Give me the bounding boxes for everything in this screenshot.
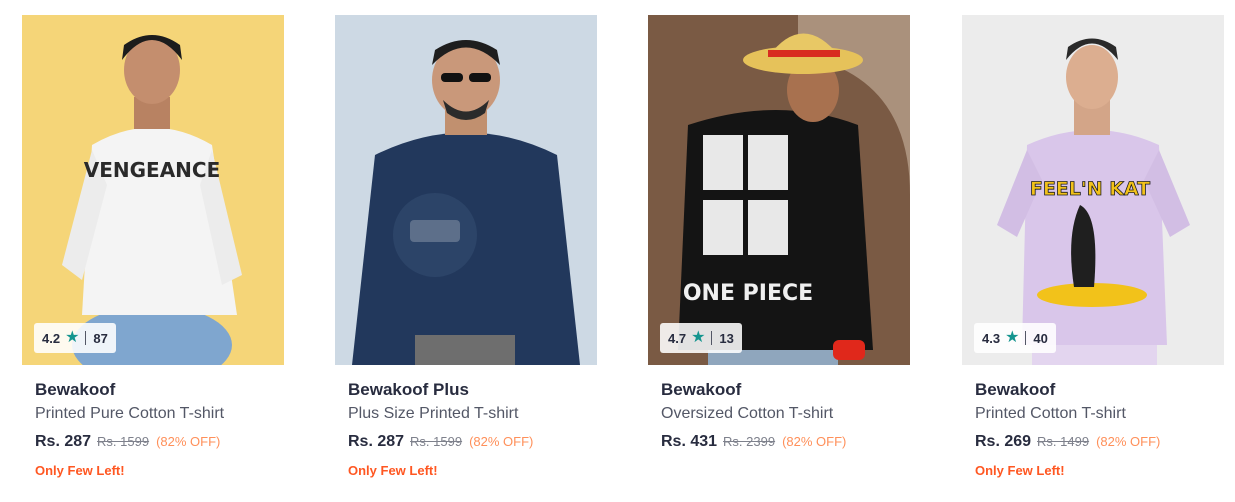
product-discount: (82% OFF) xyxy=(1096,434,1161,449)
product-photo: FEEL'N KAT xyxy=(962,15,1224,365)
shirt-print-text: FEEL'N KAT xyxy=(1030,178,1150,200)
shirt-print-text: VENGEANCE xyxy=(84,158,221,182)
rating-badge: 4.7 ★ 13 xyxy=(660,323,742,353)
product-card[interactable]: Bewakoof Plus Plus Size Printed T-shirt … xyxy=(335,15,597,495)
star-icon: ★ xyxy=(691,329,706,346)
rating-count: 40 xyxy=(1033,330,1048,346)
stock-note: Only Few Left! xyxy=(348,463,438,478)
stock-note: Only Few Left! xyxy=(35,463,125,478)
product-title[interactable]: Plus Size Printed T-shirt xyxy=(348,403,597,425)
rating-badge: 4.3 ★ 40 xyxy=(974,323,1056,353)
product-discount: (82% OFF) xyxy=(156,434,221,449)
rating-count: 13 xyxy=(719,330,734,346)
rating-divider xyxy=(85,331,87,345)
product-discount: (82% OFF) xyxy=(782,434,847,449)
rating-value: 4.7 xyxy=(668,330,687,346)
product-mrp: Rs. 1599 xyxy=(410,434,463,449)
product-brand[interactable]: Bewakoof xyxy=(975,378,1224,402)
product-card[interactable]: FEEL'N KAT 4.3 ★ 40 Bewakoof Printed Cot… xyxy=(962,15,1224,495)
product-photo: VENGEANCE xyxy=(22,15,284,365)
product-title[interactable]: Printed Pure Cotton T-shirt xyxy=(35,403,284,425)
product-mrp: Rs. 1599 xyxy=(97,434,150,449)
rating-count: 87 xyxy=(93,330,108,346)
rating-divider xyxy=(1025,331,1027,345)
price-row: Rs. 287 Rs. 1599 (82% OFF) xyxy=(348,433,597,451)
product-brand[interactable]: Bewakoof xyxy=(35,378,284,402)
product-photo xyxy=(335,15,597,365)
product-image[interactable]: ONE PIECE 4.7 ★ 13 xyxy=(648,15,910,365)
product-image[interactable]: FEEL'N KAT 4.3 ★ 40 xyxy=(962,15,1224,365)
price-row: Rs. 269 Rs. 1499 (82% OFF) xyxy=(975,433,1224,451)
product-photo: ONE PIECE xyxy=(648,15,910,365)
star-icon: ★ xyxy=(1005,329,1020,346)
product-mrp: Rs. 1499 xyxy=(1037,434,1090,449)
product-discount: (82% OFF) xyxy=(469,434,534,449)
product-grid: VENGEANCE 4.2 ★ 87 Bewakoof Printed Pure… xyxy=(0,0,1235,502)
rating-value: 4.2 xyxy=(42,330,61,346)
product-title[interactable]: Printed Cotton T-shirt xyxy=(975,403,1224,425)
product-title[interactable]: Oversized Cotton T-shirt xyxy=(661,403,910,425)
stock-note: Only Few Left! xyxy=(975,463,1065,478)
product-image[interactable] xyxy=(335,15,597,365)
product-card[interactable]: VENGEANCE 4.2 ★ 87 Bewakoof Printed Pure… xyxy=(22,15,284,495)
product-price: Rs. 287 xyxy=(348,433,405,450)
price-row: Rs. 431 Rs. 2399 (82% OFF) xyxy=(661,433,910,451)
product-brand[interactable]: Bewakoof Plus xyxy=(348,378,597,402)
rating-value: 4.3 xyxy=(982,330,1001,346)
product-mrp: Rs. 2399 xyxy=(723,434,776,449)
rating-divider xyxy=(711,331,713,345)
product-brand[interactable]: Bewakoof xyxy=(661,378,910,402)
star-icon: ★ xyxy=(65,329,80,346)
price-row: Rs. 287 Rs. 1599 (82% OFF) xyxy=(35,433,284,451)
product-price: Rs. 287 xyxy=(35,433,92,450)
product-card[interactable]: ONE PIECE 4.7 ★ 13 Bewakoof Oversized Co… xyxy=(648,15,910,495)
rating-badge: 4.2 ★ 87 xyxy=(34,323,116,353)
shirt-print-text: ONE PIECE xyxy=(683,281,813,306)
product-price: Rs. 269 xyxy=(975,433,1032,450)
product-image[interactable]: VENGEANCE 4.2 ★ 87 xyxy=(22,15,284,365)
product-price: Rs. 431 xyxy=(661,433,718,450)
